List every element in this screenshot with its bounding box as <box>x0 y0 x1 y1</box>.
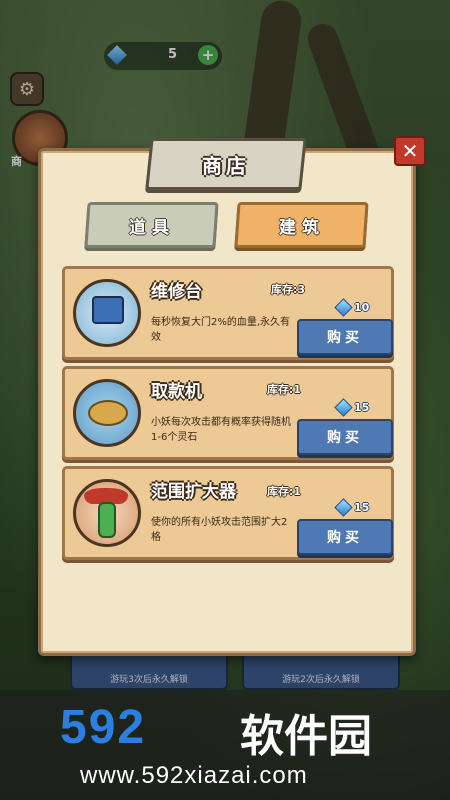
watermark-logo-digits: 592 <box>60 701 147 754</box>
item-name: 范围扩大器 <box>151 482 236 502</box>
stock-label: 库存: <box>267 383 294 396</box>
item-stock: 库存:1 <box>267 381 301 397</box>
item-price: 15 <box>334 398 370 417</box>
stock-value: 1 <box>293 485 302 498</box>
tab-items[interactable]: 道具 <box>84 202 219 248</box>
diamond-icon <box>334 498 353 517</box>
tab-items-label: 道具 <box>128 217 175 238</box>
shop-title: 商店 <box>202 153 250 178</box>
item-stock: 库存:3 <box>271 281 305 297</box>
stock-label: 库存: <box>271 283 298 296</box>
repair-station-icon <box>73 279 141 347</box>
shop-item: 维修台 库存:3 每秒恢复大门2%的血量,永久有效 10 购买 <box>62 266 394 360</box>
item-price: 10 <box>334 298 370 317</box>
stock-label: 库存: <box>267 485 294 498</box>
buy-button[interactable]: 购买 <box>297 319 393 355</box>
item-description: 小妖每次攻击都有概率获得随机1-6个灵石 <box>151 417 291 443</box>
stock-value: 3 <box>297 283 306 296</box>
watermark-url: www.592xiazai.com <box>80 762 308 789</box>
diamond-icon <box>334 398 353 417</box>
item-price: 15 <box>334 498 370 517</box>
shop-item: 范围扩大器 库存:1 使你的所有小妖攻击范围扩大2格 15 购买 <box>62 466 394 560</box>
shop-item: 取款机 库存:1 小妖每次攻击都有概率获得随机1-6个灵石 15 购买 <box>62 366 394 460</box>
item-description: 使你的所有小妖攻击范围扩大2格 <box>151 517 288 543</box>
item-name: 取款机 <box>151 382 202 402</box>
atm-icon <box>73 379 141 447</box>
tab-buildings-label: 建筑 <box>278 217 325 238</box>
price-value: 15 <box>354 501 370 514</box>
watermark-logo-text: 软件园 <box>240 711 372 762</box>
shop-title-plate: 商店 <box>145 138 307 190</box>
buy-button[interactable]: 购买 <box>297 419 393 455</box>
item-description: 每秒恢复大门2%的血量,永久有效 <box>151 317 291 343</box>
buy-button[interactable]: 购买 <box>297 519 393 555</box>
close-icon: ✕ <box>401 139 419 163</box>
stock-value: 1 <box>293 383 302 396</box>
tab-buildings[interactable]: 建筑 <box>234 202 369 248</box>
price-value: 15 <box>354 401 370 414</box>
item-stock: 库存:1 <box>267 483 301 499</box>
close-button[interactable]: ✕ <box>394 136 426 166</box>
item-name: 维修台 <box>151 282 202 302</box>
price-value: 10 <box>354 301 370 314</box>
diamond-icon <box>334 298 353 317</box>
range-expander-icon <box>73 479 141 547</box>
